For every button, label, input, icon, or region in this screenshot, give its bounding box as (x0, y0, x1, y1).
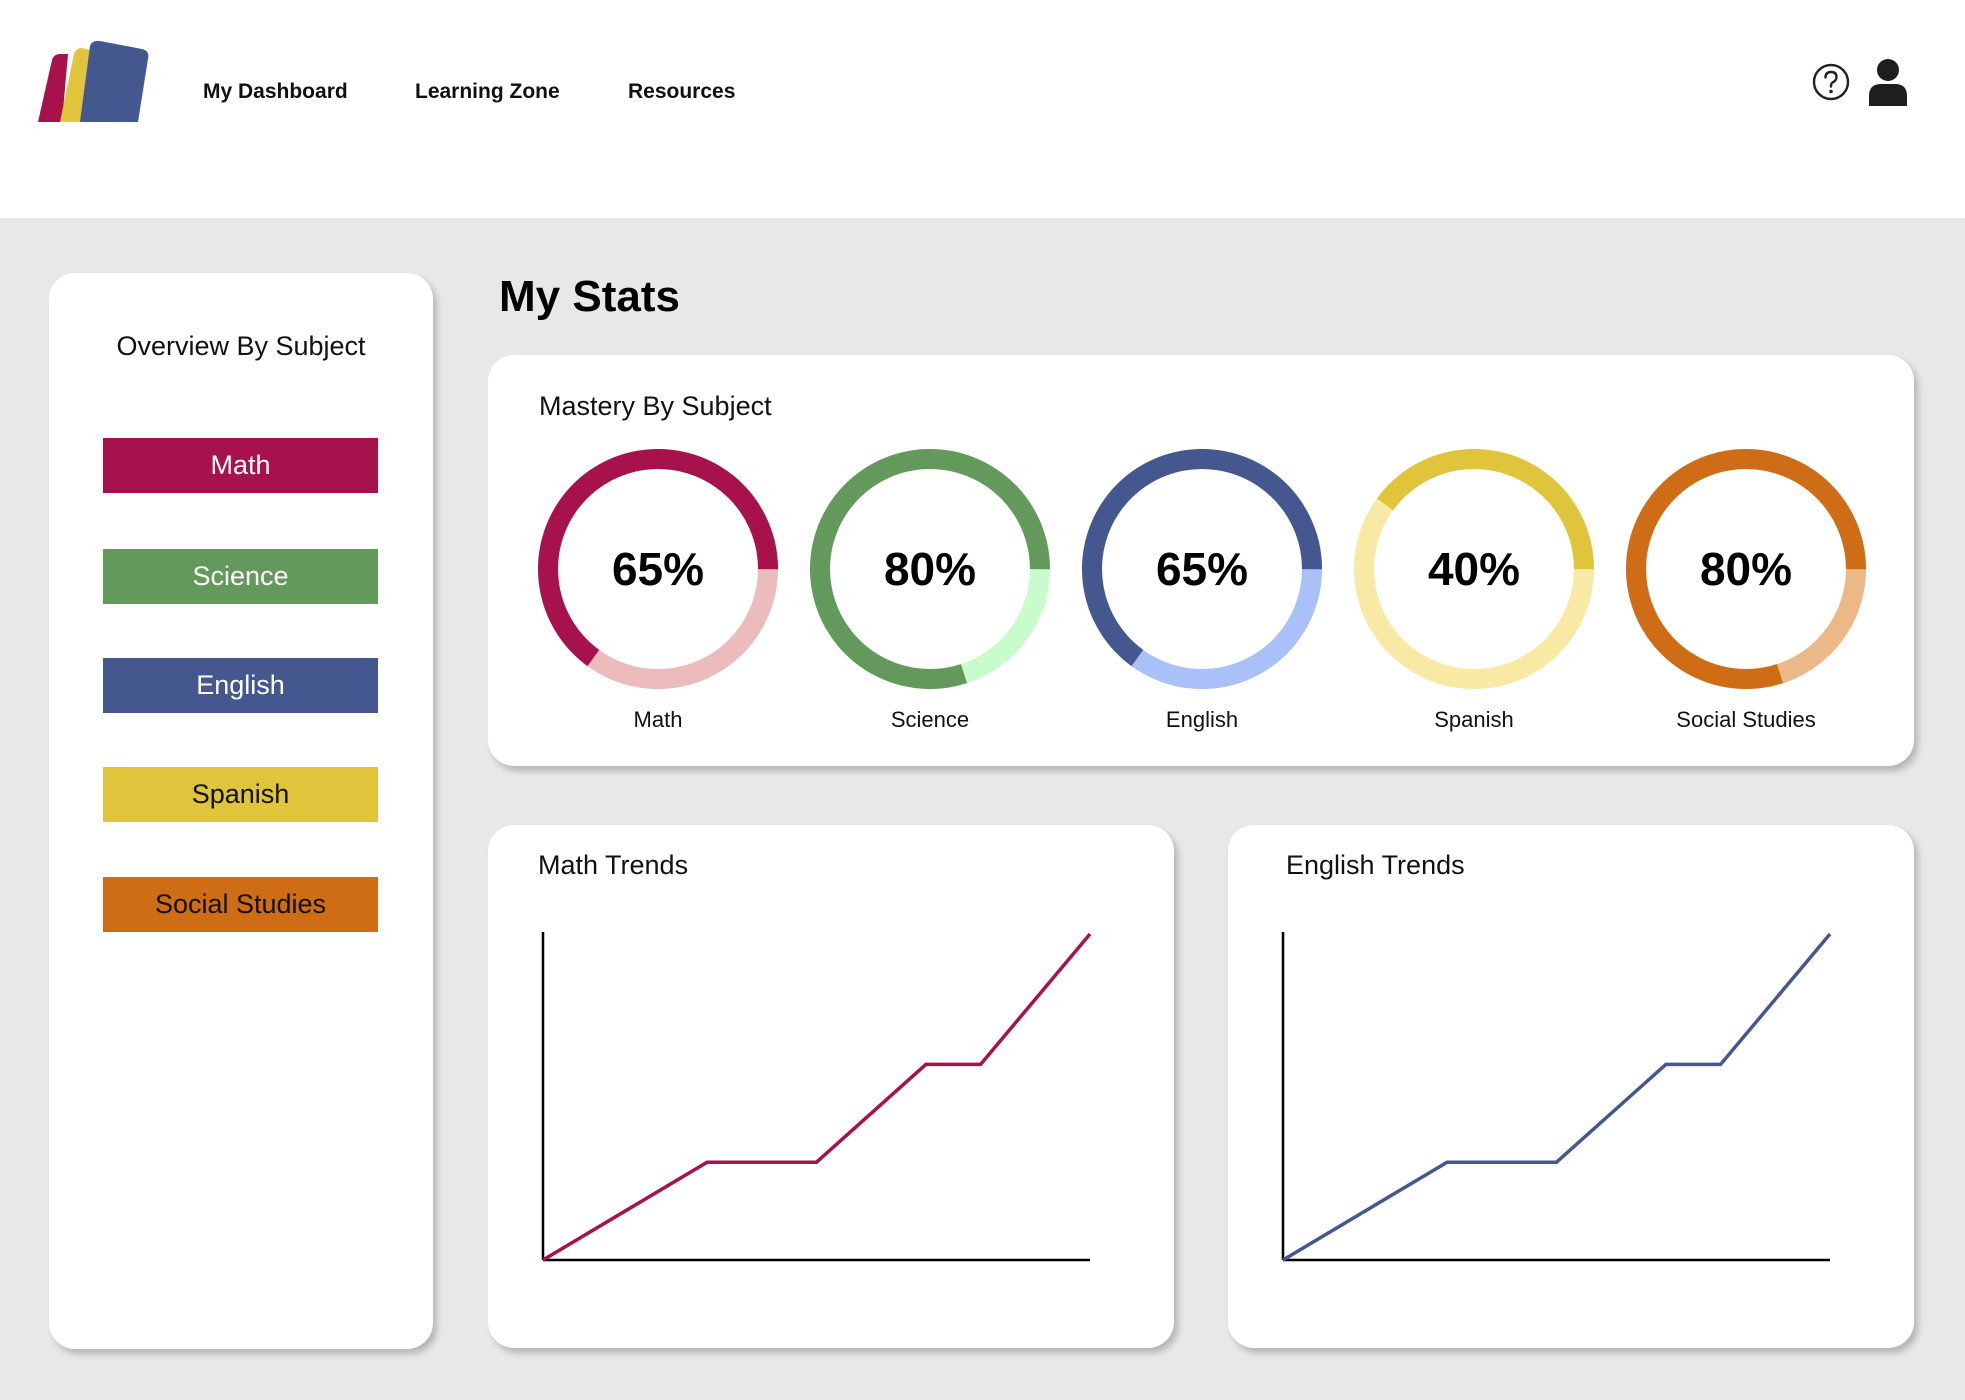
gauge-label-math: Math (633, 707, 683, 732)
app-logo[interactable] (34, 40, 154, 124)
gauge-percent-science: 80% (883, 543, 977, 595)
subject-button-english[interactable]: English (103, 658, 378, 713)
gauge-label-social-studies: Social Studies (1676, 707, 1816, 732)
english-trends-card: English Trends (1228, 825, 1914, 1348)
gauge-percent-math: 65% (611, 543, 705, 595)
help-circle-icon[interactable] (1812, 63, 1850, 101)
math-trends-chart (541, 932, 1092, 1262)
nav-my-dashboard[interactable]: My Dashboard (203, 80, 348, 104)
mastery-by-subject-card: Mastery By Subject 65% Math 80% Science … (488, 355, 1914, 766)
top-navigation-bar: My Dashboard Learning Zone Resources (0, 0, 1965, 218)
nav-learning-zone[interactable]: Learning Zone (415, 80, 560, 104)
nav-resources[interactable]: Resources (628, 80, 735, 104)
english-trends-chart (1281, 932, 1832, 1262)
page-title: My Stats (499, 272, 680, 321)
trend-series-line (1282, 932, 1832, 1262)
subject-button-math[interactable]: Math (103, 438, 378, 493)
gauge-label-science: Science (890, 707, 970, 732)
gauge-label-spanish: Spanish (1434, 707, 1514, 732)
gauge-percent-social-studies: 80% (1699, 543, 1793, 595)
gauge-spanish: 40% (1354, 449, 1594, 689)
gauge-percent-spanish: 40% (1427, 543, 1521, 595)
mastery-card-title: Mastery By Subject (539, 391, 772, 421)
sidebar-title: Overview By Subject (116, 331, 366, 361)
trend-series-line (542, 932, 1092, 1262)
gauge-english: 65% (1082, 449, 1322, 689)
user-profile-icon[interactable] (1867, 58, 1909, 106)
gauge-math: 65% (538, 449, 778, 689)
math-trends-card: Math Trends (488, 825, 1174, 1348)
subject-button-social-studies[interactable]: Social Studies (103, 877, 378, 932)
overview-by-subject-panel: Overview By Subject Math Science English… (49, 273, 433, 1349)
gauge-social-studies: 80% (1626, 449, 1866, 689)
subject-button-science[interactable]: Science (103, 549, 378, 604)
gauge-percent-english: 65% (1155, 543, 1249, 595)
gauge-science: 80% (810, 449, 1050, 689)
subject-button-spanish[interactable]: Spanish (103, 767, 378, 822)
gauge-label-english: English (1165, 707, 1239, 732)
